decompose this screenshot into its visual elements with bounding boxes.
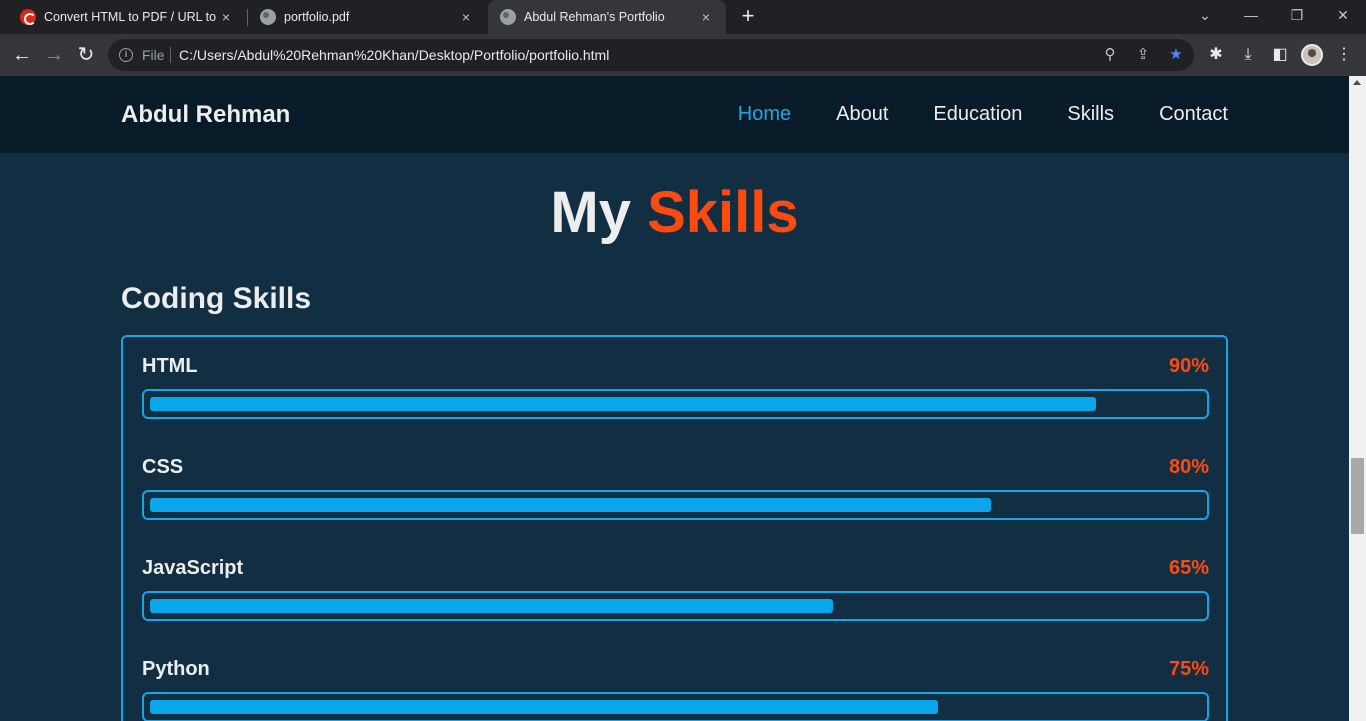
skill-percent: 65% bbox=[1168, 557, 1209, 579]
address-bar[interactable]: i File C:/Users/Abdul%20Rehman%20Khan/De… bbox=[108, 39, 1194, 71]
skill-progress-fill bbox=[150, 498, 991, 512]
side-panel-icon[interactable]: ◧ bbox=[1270, 45, 1290, 65]
nav-link-skills[interactable]: Skills bbox=[1067, 103, 1114, 126]
tab-close-icon[interactable]: × bbox=[458, 9, 474, 25]
skill-progress-fill bbox=[150, 397, 1096, 411]
skill-name: HTML bbox=[142, 355, 198, 377]
menu-icon[interactable]: ⋮ bbox=[1334, 45, 1354, 65]
zoom-icon[interactable]: ⚲ bbox=[1102, 47, 1118, 63]
skill-progress-bar bbox=[142, 490, 1209, 520]
tab-title: Convert HTML to PDF / URL to PDF bbox=[44, 10, 220, 24]
skill-progress-fill bbox=[150, 700, 938, 714]
tab-title: portfolio.pdf bbox=[284, 10, 350, 24]
download-icon[interactable]: ⤓ bbox=[1238, 45, 1258, 65]
bookmark-star-icon[interactable]: ★ bbox=[1168, 47, 1184, 63]
scrollbar-thumb[interactable] bbox=[1351, 458, 1364, 534]
tab-close-icon[interactable]: × bbox=[698, 9, 714, 25]
extensions-icon[interactable]: ✱ bbox=[1206, 45, 1226, 65]
nav-link-contact[interactable]: Contact bbox=[1159, 103, 1228, 126]
skills-box: HTML 90% CSS 80% JavaScript 65% Python 7… bbox=[121, 335, 1228, 721]
site-header: Abdul Rehman Home About Education Skills… bbox=[0, 76, 1349, 153]
reload-button[interactable]: ↻ bbox=[74, 43, 98, 67]
nav-link-home[interactable]: Home bbox=[738, 103, 791, 126]
site-nav: Home About Education Skills Contact bbox=[738, 103, 1228, 126]
new-tab-button[interactable]: + bbox=[736, 5, 760, 29]
site-logo[interactable]: Abdul Rehman bbox=[121, 101, 290, 129]
skill-name: Python bbox=[142, 658, 210, 680]
browser-tab-active[interactable]: Abdul Rehman's Portfolio × bbox=[488, 0, 726, 34]
skill-percent: 75% bbox=[1168, 658, 1209, 680]
forward-button[interactable]: → bbox=[42, 43, 66, 67]
globe-favicon-icon bbox=[500, 9, 516, 25]
skill-name: JavaScript bbox=[142, 557, 244, 579]
browser-tab[interactable]: portfolio.pdf × bbox=[248, 0, 486, 34]
pdf-converter-favicon-icon bbox=[20, 9, 36, 25]
browser-tab-strip: Convert HTML to PDF / URL to PDF × portf… bbox=[0, 0, 1366, 34]
section-title: My Skills bbox=[0, 179, 1349, 246]
nav-link-education[interactable]: Education bbox=[933, 103, 1022, 126]
skill-progress-bar bbox=[142, 389, 1209, 419]
browser-tab[interactable]: Convert HTML to PDF / URL to PDF × bbox=[8, 0, 246, 34]
nav-link-about[interactable]: About bbox=[836, 103, 888, 126]
site-info-icon[interactable]: i bbox=[119, 48, 133, 62]
page-viewport: Abdul Rehman Home About Education Skills… bbox=[0, 76, 1349, 721]
skill-percent: 90% bbox=[1168, 355, 1209, 377]
coding-skills-heading: Coding Skills bbox=[121, 282, 312, 315]
skill-progress-bar bbox=[142, 692, 1209, 721]
section-title-main: My bbox=[550, 180, 631, 245]
omnibox-divider bbox=[170, 47, 171, 63]
minimize-button[interactable]: — bbox=[1228, 0, 1274, 30]
tab-close-icon[interactable]: × bbox=[218, 9, 234, 25]
section-title-accent: Skills bbox=[647, 180, 799, 245]
url-text[interactable]: C:/Users/Abdul%20Rehman%20Khan/Desktop/P… bbox=[179, 47, 609, 63]
globe-favicon-icon bbox=[260, 9, 276, 25]
skill-item: JavaScript 65% bbox=[142, 557, 1209, 647]
tab-search-button[interactable]: ⌄ bbox=[1182, 0, 1228, 30]
skill-progress-fill bbox=[150, 599, 833, 613]
skill-item: CSS 80% bbox=[142, 456, 1209, 546]
skill-progress-bar bbox=[142, 591, 1209, 621]
restore-button[interactable]: ❐ bbox=[1274, 0, 1320, 30]
skill-percent: 80% bbox=[1168, 456, 1209, 478]
skill-name: CSS bbox=[142, 456, 184, 478]
page-scrollbar[interactable] bbox=[1349, 76, 1366, 721]
skill-item: HTML 90% bbox=[142, 355, 1209, 445]
tab-title: Abdul Rehman's Portfolio bbox=[524, 10, 665, 24]
browser-toolbar: ← → ↻ i File C:/Users/Abdul%20Rehman%20K… bbox=[0, 34, 1366, 76]
window-close-button[interactable]: ✕ bbox=[1320, 0, 1366, 30]
scroll-up-arrow-icon[interactable] bbox=[1353, 80, 1361, 85]
share-icon[interactable]: ⇪ bbox=[1135, 47, 1151, 63]
skill-item: Python 75% bbox=[142, 658, 1209, 721]
back-button[interactable]: ← bbox=[10, 43, 34, 67]
url-scheme-label: File bbox=[142, 47, 165, 63]
profile-avatar[interactable] bbox=[1301, 44, 1323, 66]
